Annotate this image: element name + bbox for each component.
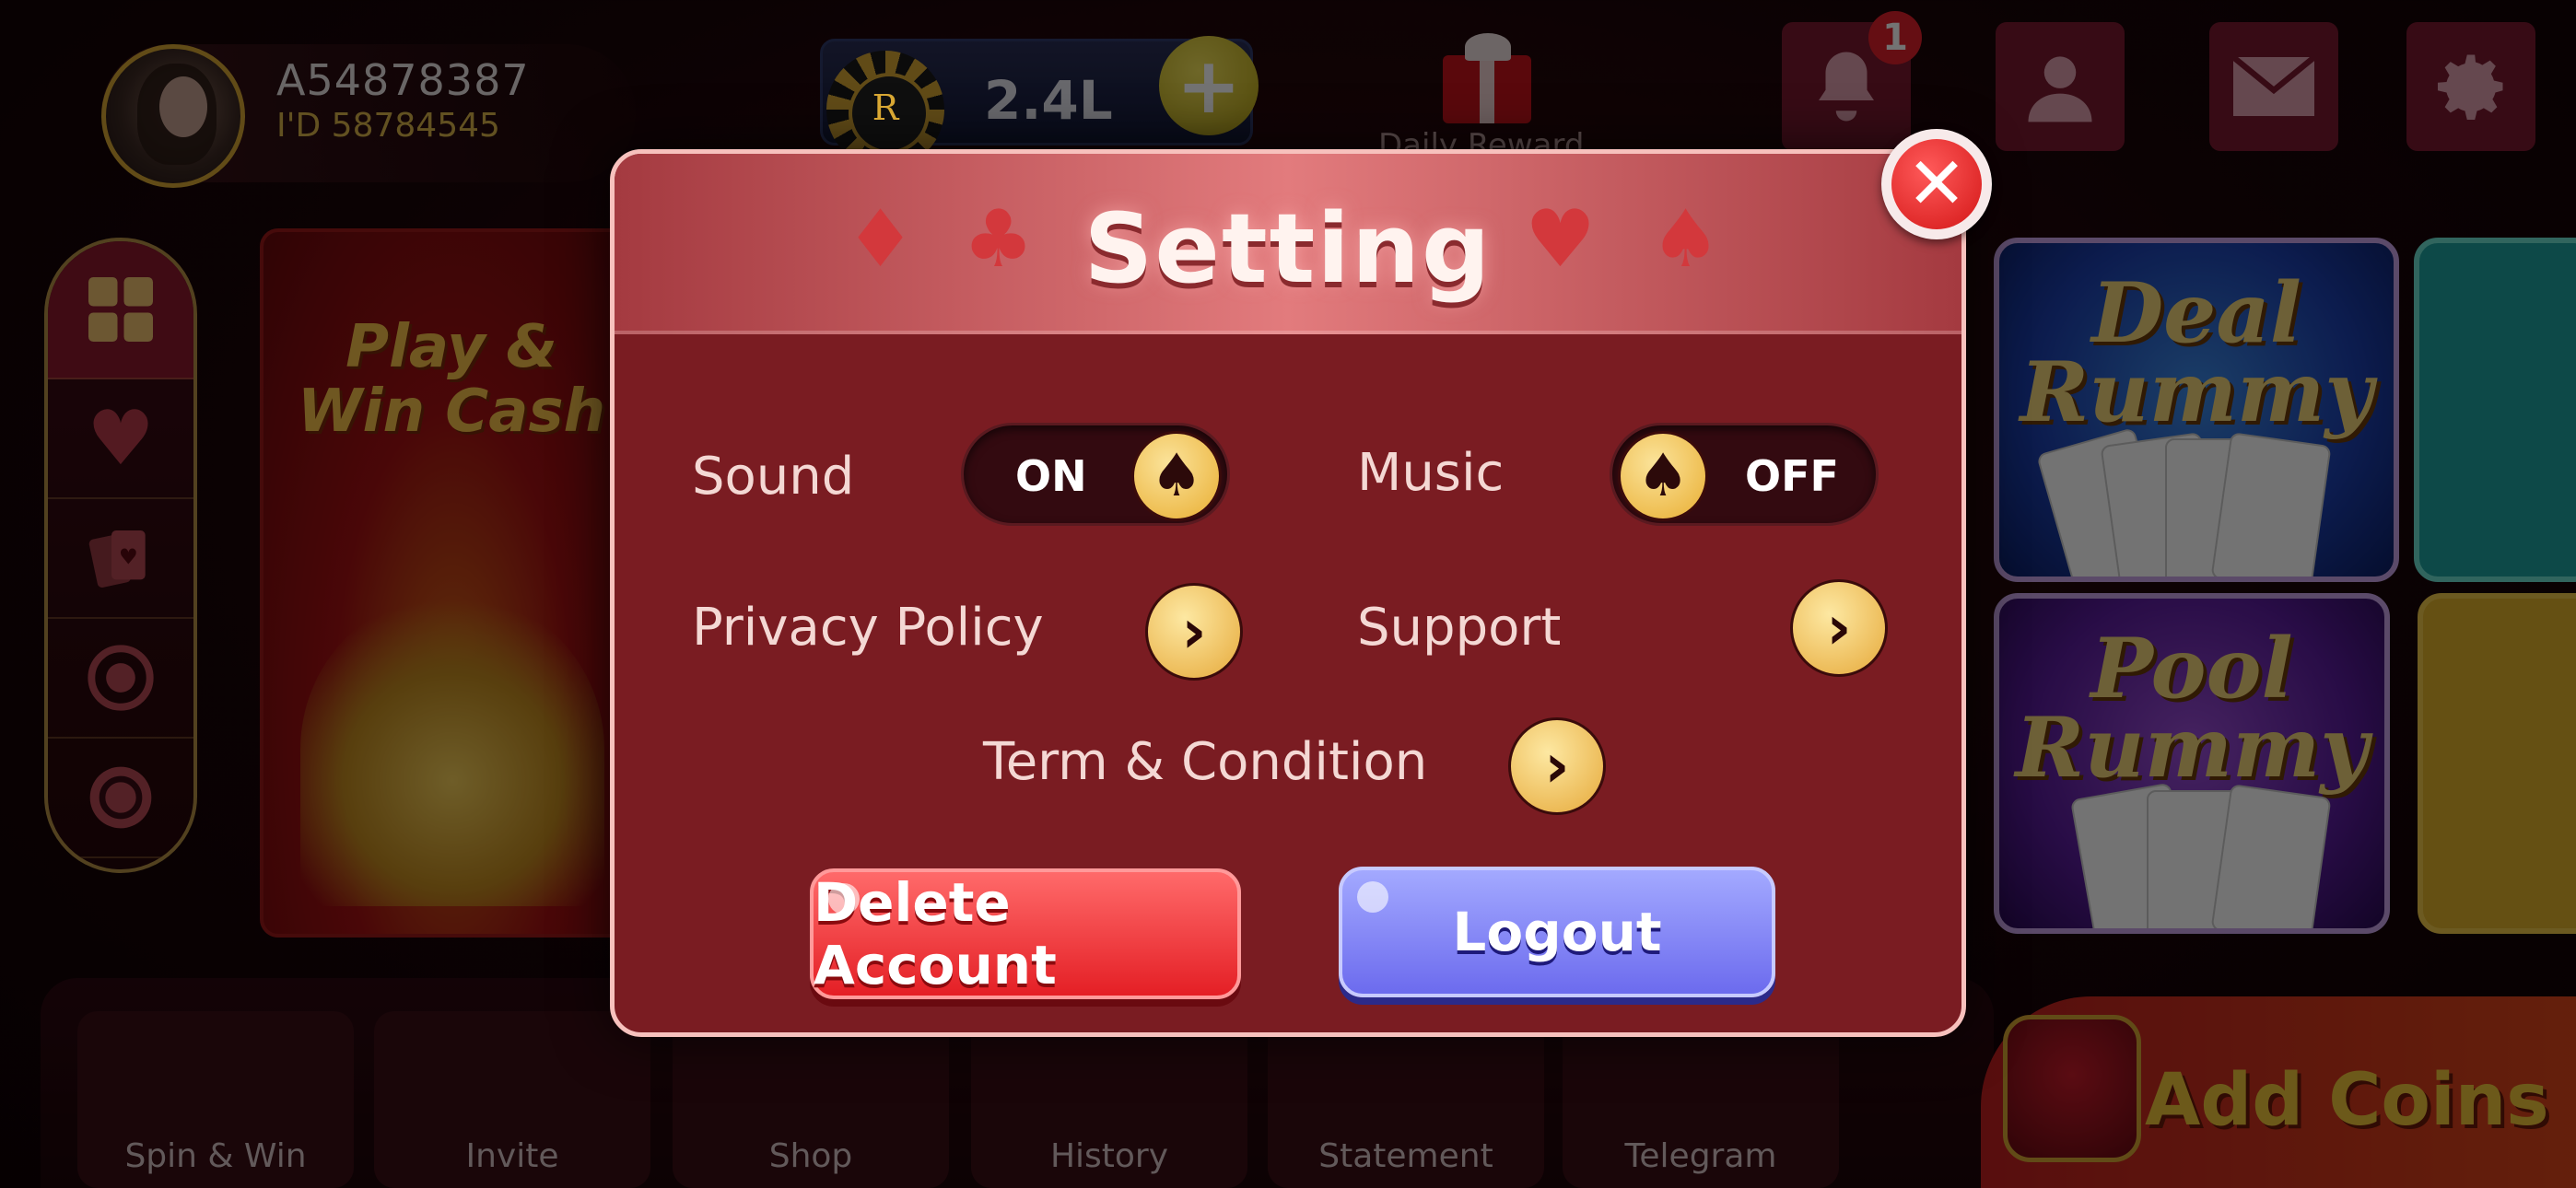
privacy-policy-label: Privacy Policy [692,598,1044,658]
nav-spin-win[interactable]: Spin & Win [77,1011,354,1188]
cards-icon: ♥ [88,530,146,588]
nav-telegram[interactable]: Telegram [1563,1011,1839,1188]
heart-icon: ♥ [1525,193,1597,285]
support-label: Support [1357,598,1562,658]
avatar[interactable] [101,44,245,188]
support-button[interactable]: › [1790,579,1888,677]
spade-icon: ♠ [1618,431,1708,521]
sidebar-item-favorites[interactable]: ♥ [48,379,193,499]
username: A54878387 [276,55,530,105]
music-state: OFF [1745,451,1839,501]
coins-illustration [300,593,604,906]
music-label: Music [1357,443,1505,503]
settings-modal: ♦ ♣ Setting ♥ ♠ Sound ON ♠ Music ♠ OFF P… [610,149,1966,1037]
roulette-icon [88,645,154,711]
spade-icon: ♠ [1650,193,1722,285]
game-category-sidebar: ♥ ♥ [44,238,197,873]
sidebar-item-all[interactable] [48,241,193,379]
game-name: Deal Rummy [2020,264,2373,441]
sound-label: Sound [692,447,855,507]
treasure-chest-icon [2003,1015,2141,1162]
mail-icon [2231,54,2317,116]
bell-icon [1819,52,1874,122]
close-icon: ✕ [1891,139,1982,229]
settings-button[interactable] [2406,22,2535,151]
delete-account-button[interactable]: Delete Account [810,868,1241,999]
game-name: Pool Rummy [2015,620,2369,797]
modal-title: Setting [1083,192,1493,305]
sound-toggle[interactable]: ON ♠ [961,423,1230,526]
logout-label: Logout [1452,901,1662,963]
game-tile-partial[interactable] [2418,593,2576,934]
terms-button[interactable]: › [1508,717,1606,815]
chevron-right-icon: › [1826,592,1852,663]
nav-invite[interactable]: Invite [374,1011,650,1188]
profile-card[interactable]: A54878387 I'D 58784545 [101,44,636,188]
game-tile-pool-rummy[interactable]: Pool Rummy [1994,593,2390,934]
sidebar-item-roulette[interactable] [48,619,193,739]
logout-button[interactable]: Logout [1339,867,1775,997]
add-coins-button[interactable]: Add Coins [1981,996,2576,1188]
notification-button[interactable]: 1 [1782,11,1922,151]
add-balance-button[interactable]: + [1159,36,1259,135]
grid-icon [88,277,153,342]
cards-illustration [2036,426,2349,577]
wallet-balance: R 2.4L + [820,36,1259,169]
spade-icon: ♠ [1131,431,1222,521]
mail-button[interactable] [2209,22,2338,151]
support-agent-button[interactable] [1996,22,2125,151]
notification-badge: 1 [1868,11,1922,64]
privacy-policy-button[interactable]: › [1145,583,1243,681]
music-toggle[interactable]: ♠ OFF [1610,423,1879,526]
promo-banner[interactable]: Play & Win Cash [260,228,647,938]
sidebar-item-cards[interactable]: ♥ [48,499,193,619]
game-tile-partial[interactable] [2414,238,2576,582]
sound-state: ON [1015,451,1087,501]
nav-statement[interactable]: Statement [1268,1011,1544,1188]
close-button[interactable]: ✕ [1881,129,1992,239]
sidebar-item-chips[interactable] [48,739,193,858]
chevron-right-icon: › [1544,730,1570,801]
promo-title: Play & Win Cash [297,313,606,447]
delete-account-label: Delete Account [814,871,1057,996]
gear-icon [2437,54,2503,121]
modal-header: ♦ ♣ Setting ♥ ♠ [615,154,1961,334]
cards-illustration [2055,781,2349,928]
nav-shop[interactable]: Shop [673,1011,949,1188]
chip-icon [89,766,152,829]
nav-history[interactable]: History [971,1011,1247,1188]
heart-icon: ♥ [87,394,155,483]
add-coins-label: Add Coins [2145,1059,2549,1142]
gift-icon[interactable] [1437,28,1539,123]
terms-label: Term & Condition [983,732,1428,792]
user-id: I'D 58784545 [276,107,500,145]
svg-text:♥: ♥ [119,544,138,570]
game-tile-deal-rummy[interactable]: Deal Rummy [1994,238,2399,582]
headset-icon [2028,56,2092,122]
balance-value: 2.4L [984,69,1113,132]
chevron-right-icon: › [1181,596,1207,667]
